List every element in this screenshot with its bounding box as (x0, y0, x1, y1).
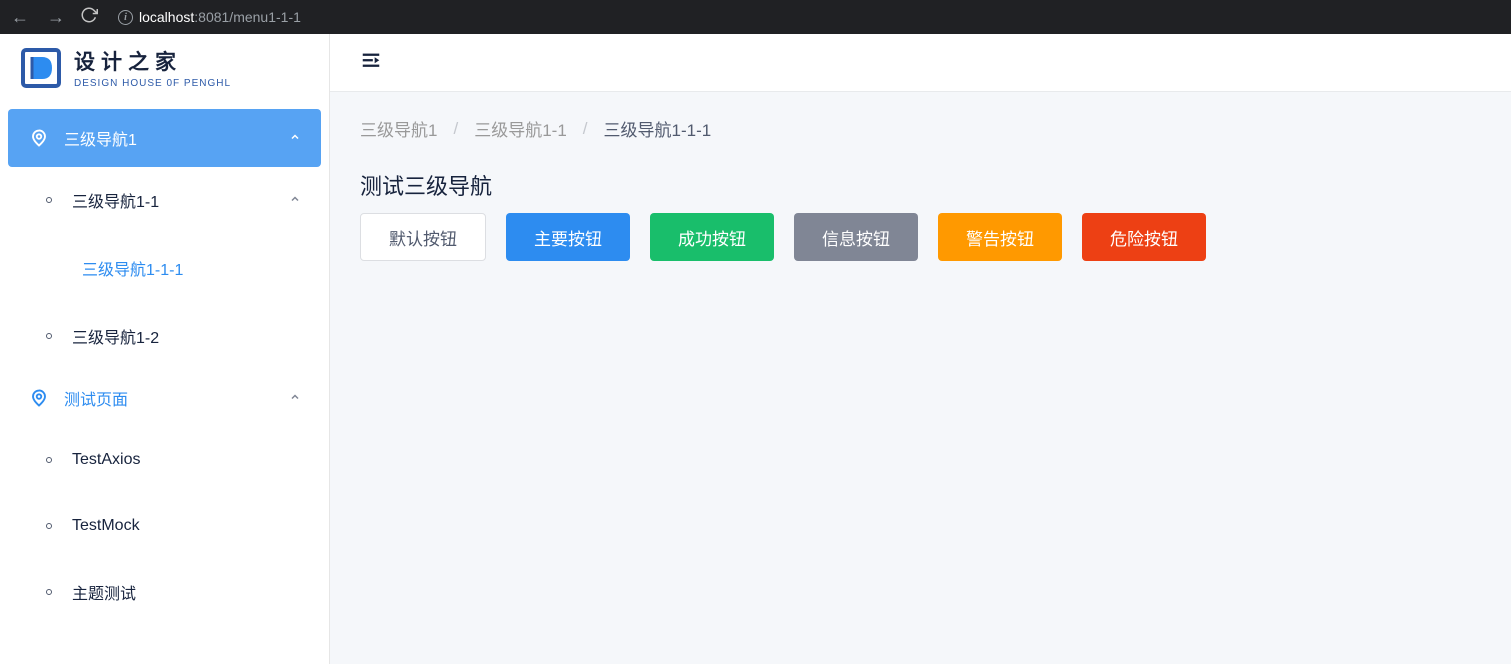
browser-toolbar: ← → i localhost:8081/menu1-1-1 (0, 0, 1511, 34)
sidebar-item-testaxios[interactable]: TestAxios (26, 427, 321, 493)
collapse-sidebar-icon[interactable] (360, 49, 382, 76)
sidebar-group-label: 测试页面 (64, 386, 128, 410)
sidebar-item-label: TestMock (72, 517, 140, 535)
breadcrumb-item-current: 三级导航1-1-1 (604, 116, 712, 141)
sidebar-menu: 三级导航1 三级导航1-1 三级导航1-1-1 三 (0, 101, 329, 633)
breadcrumb: 三级导航1 / 三级导航1-1 / 三级导航1-1-1 (360, 116, 1481, 141)
bullet-icon (46, 197, 52, 203)
info-icon: i (118, 10, 133, 25)
sidebar-item-label: 三级导航1-2 (72, 324, 159, 348)
sidebar-group-testpage[interactable]: 测试页面 (8, 369, 321, 427)
url-host: localhost (139, 9, 194, 25)
content-area: 三级导航1 / 三级导航1-1 / 三级导航1-1-1 测试三级导航 默认按钮 … (330, 92, 1511, 664)
bullet-icon (46, 457, 52, 463)
back-arrow-icon[interactable]: ← (8, 7, 32, 28)
refresh-icon[interactable] (80, 6, 98, 29)
chevron-up-icon (289, 391, 301, 406)
sidebar-item-nav1-2[interactable]: 三级导航1-2 (26, 303, 321, 369)
bullet-icon (46, 333, 52, 339)
logo-section: 设计之家 DESIGN HOUSE 0F PENGHL (0, 34, 329, 101)
topbar (330, 34, 1511, 92)
chevron-up-icon (289, 131, 301, 146)
forward-arrow-icon[interactable]: → (44, 7, 68, 28)
location-pin-icon (28, 129, 50, 147)
chevron-up-icon (289, 193, 301, 208)
sidebar-item-testmock[interactable]: TestMock (26, 493, 321, 559)
breadcrumb-separator: / (453, 119, 458, 139)
url-path: :8081/menu1-1-1 (194, 9, 301, 25)
breadcrumb-item[interactable]: 三级导航1 (360, 116, 437, 141)
sidebar-item-label: 三级导航1-1-1 (82, 256, 183, 280)
breadcrumb-separator: / (583, 119, 588, 139)
logo-icon (20, 47, 62, 89)
info-button[interactable]: 信息按钮 (794, 213, 918, 261)
url-bar[interactable]: i localhost:8081/menu1-1-1 (118, 9, 301, 25)
sidebar-item-label: TestAxios (72, 451, 140, 469)
sidebar-group-nav1[interactable]: 三级导航1 (8, 109, 321, 167)
sidebar: 设计之家 DESIGN HOUSE 0F PENGHL 三级导航1 三级导航1-… (0, 34, 330, 664)
default-button[interactable]: 默认按钮 (360, 213, 486, 261)
main-area: 三级导航1 / 三级导航1-1 / 三级导航1-1-1 测试三级导航 默认按钮 … (330, 34, 1511, 664)
error-button[interactable]: 危险按钮 (1082, 213, 1206, 261)
button-row: 默认按钮 主要按钮 成功按钮 信息按钮 警告按钮 危险按钮 (360, 213, 1481, 261)
bullet-icon (46, 589, 52, 595)
logo-title: 设计之家 (74, 46, 231, 76)
sidebar-item-nav1-1-1[interactable]: 三级导航1-1-1 (26, 233, 321, 303)
bullet-icon (46, 523, 52, 529)
logo-subtitle: DESIGN HOUSE 0F PENGHL (74, 78, 231, 89)
success-button[interactable]: 成功按钮 (650, 213, 774, 261)
location-pin-icon (28, 389, 50, 407)
warning-button[interactable]: 警告按钮 (938, 213, 1062, 261)
sidebar-group-label: 三级导航1 (64, 126, 137, 150)
sidebar-item-themetest[interactable]: 主题测试 (26, 559, 321, 625)
breadcrumb-item[interactable]: 三级导航1-1 (474, 116, 567, 141)
primary-button[interactable]: 主要按钮 (506, 213, 630, 261)
sidebar-item-label: 主题测试 (72, 580, 136, 604)
page-title: 测试三级导航 (360, 169, 1481, 201)
sidebar-item-label: 三级导航1-1 (72, 188, 159, 212)
sidebar-item-nav1-1[interactable]: 三级导航1-1 (26, 167, 321, 233)
